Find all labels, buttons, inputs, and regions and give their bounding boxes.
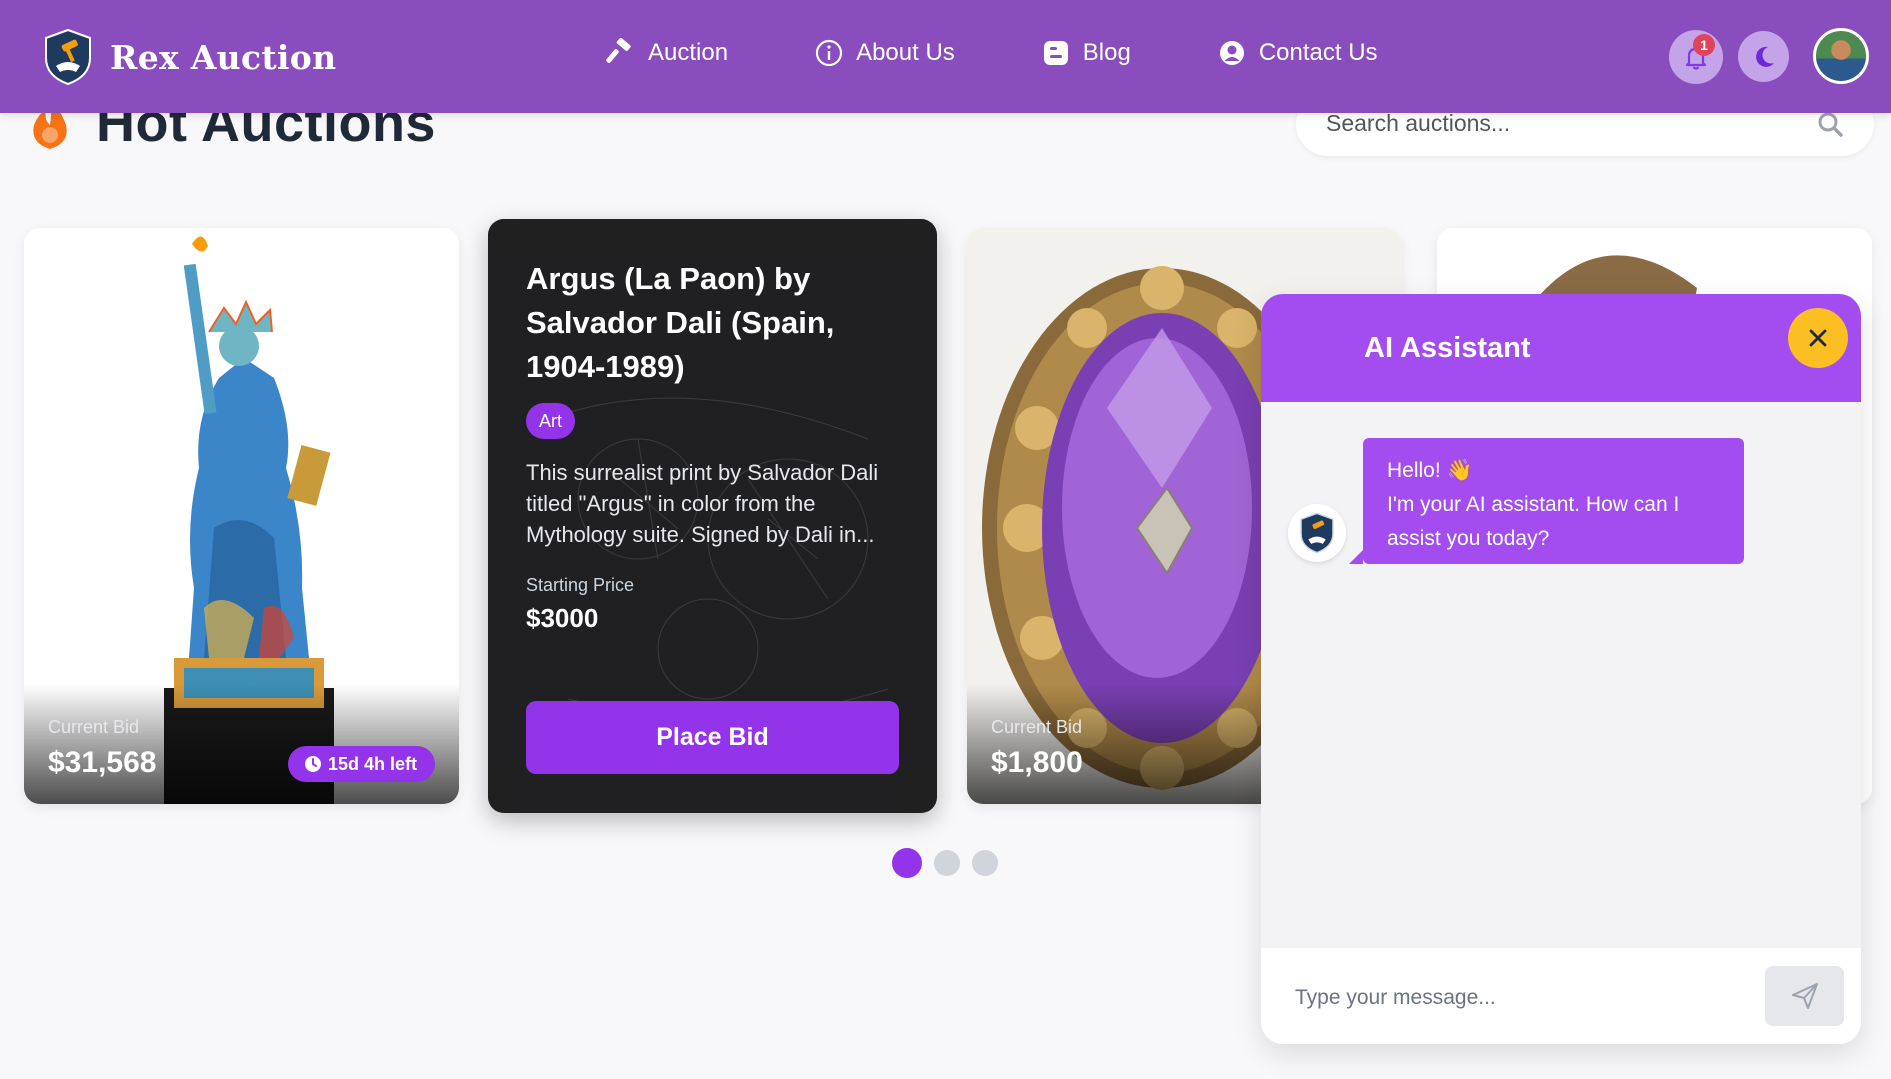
starting-price-label: Starting Price [526,575,635,595]
nav-links: Auction About Us Blog Contact Us [606,38,1378,68]
carousel-indicators [892,848,998,878]
carousel-dot-2[interactable] [934,850,960,876]
current-bid-value: $1,800 [991,746,1083,779]
search-icon[interactable] [1816,110,1844,138]
carousel-dot-3[interactable] [972,850,998,876]
nav-item-label: About Us [856,39,955,66]
send-button[interactable] [1765,966,1844,1026]
auction-title: Argus (La Paon) by Salvador Dali (Spain,… [526,261,835,384]
auction-card[interactable]: Current Bid $31,568 15d 4h left [24,228,459,804]
info-icon [815,39,843,67]
send-icon [1791,983,1818,1009]
user-circle-icon [1219,41,1244,65]
chat-title: AI Assistant [1364,332,1531,364]
time-left-text: 15d 4h left [327,753,417,774]
clock-icon [304,756,321,772]
navbar: Rex Auction Auction About Us Blog Contac… [0,0,1891,113]
logo-icon [45,28,91,86]
nav-item-contact-us[interactable]: Contact Us [1217,38,1378,68]
auction-description: This surrealist print by Salvador Dali t… [526,460,879,547]
theme-toggle-button[interactable] [1738,31,1789,82]
chat-close-button[interactable] [1788,308,1848,368]
chat-input-bar [1261,948,1861,1044]
nav-item-label: Blog [1082,39,1131,66]
current-bid-label: Current Bid [48,717,140,737]
chat-header: AI Assistant [1261,294,1861,402]
moon-icon [1755,46,1774,67]
ai-chat-panel: AI Assistant Hello! 👋 I'm your AI assist… [1261,294,1861,1044]
starting-price-value: $3000 [526,603,599,633]
notification-badge: 1 [1693,34,1715,56]
message-text: I'm your AI assistant. How can I assist … [1387,493,1680,550]
close-icon [1809,329,1827,347]
auction-card-featured[interactable]: Argus (La Paon) by Salvador Dali (Spain,… [488,219,937,813]
nav-item-auction[interactable]: Auction [606,38,728,68]
brand[interactable]: Rex Auction [42,28,336,86]
category-tag: Art [526,403,576,439]
place-bid-button[interactable]: Place Bid [526,701,899,774]
nav-item-blog[interactable]: Blog [1041,38,1131,68]
current-bid-label: Current Bid [991,717,1083,737]
nav-item-label: Auction [648,39,729,66]
avatar[interactable] [1813,28,1869,84]
time-left-badge: 15d 4h left [287,746,435,782]
nav-item-label: Contact Us [1258,39,1378,66]
assistant-message: Hello! 👋 I'm your AI assistant. How can … [1349,438,1744,564]
assistant-avatar [1288,504,1346,562]
chat-message-input[interactable] [1295,978,1745,1018]
greeting-text: Hello! 👋 [1387,459,1473,482]
nav-item-about-us[interactable]: About Us [814,38,955,68]
gavel-icon [606,38,631,63]
carousel-dot-1[interactable] [892,848,922,878]
logo-icon [1300,512,1334,554]
blog-icon [1043,41,1068,65]
brand-name: Rex Auction [110,37,337,77]
current-bid-value: $31,568 [48,746,157,779]
